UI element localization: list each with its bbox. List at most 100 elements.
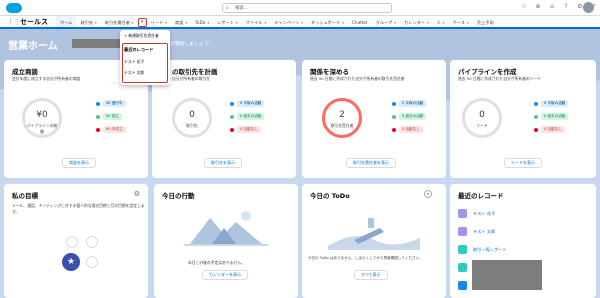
legend-lost: ¥0 不成立	[103, 126, 126, 133]
view-all-button[interactable]: すべて表示	[354, 270, 388, 280]
chevron-down-icon[interactable]: ▾	[424, 190, 432, 198]
nav-tab[interactable]: 売上予測	[473, 16, 498, 29]
metric-label: 取引先責任者	[330, 123, 354, 128]
legend-won: ¥0 成立	[103, 113, 122, 120]
card-title: 成立商談	[12, 68, 38, 76]
empty-state-text: 本日この後の予定はありません。	[188, 260, 245, 265]
record-link[interactable]: 取引一覧レポート	[473, 247, 507, 253]
card-plan-accounts: の取引先を計画 自分が所有者の取引先 0 取引先 0 今後の活動 0 過去の活動…	[152, 60, 296, 178]
caret-icon[interactable]: ▾	[342, 21, 344, 25]
list-item[interactable]: テスト 花子	[458, 209, 495, 218]
caret-icon[interactable]: ▾	[95, 21, 97, 25]
nav-tab[interactable]: レポート ▾	[213, 16, 242, 29]
metric-ring: 0 リード	[462, 98, 502, 138]
contact-icon	[458, 227, 467, 236]
nav-tab[interactable]: ケース ▾	[449, 16, 473, 29]
legend-none: 0 活動なし	[237, 126, 261, 133]
plus-icon[interactable]: ⊕	[534, 3, 542, 11]
caret-icon[interactable]: ▾	[427, 21, 429, 25]
nav-tab[interactable]: ファイル ▾	[242, 16, 271, 29]
nav-tab[interactable]: 人 ▾	[433, 16, 449, 29]
list-item[interactable]: テスト 太郎	[458, 227, 495, 236]
nav-tab-label: ToDo	[195, 20, 206, 25]
view-accounts-button[interactable]: 取引先を表示	[204, 158, 242, 168]
star-icon[interactable]: ☆	[520, 3, 528, 11]
metric-value: 0	[479, 110, 485, 120]
metric-value: 0	[189, 110, 195, 120]
caret-icon[interactable]: ▾	[132, 21, 134, 25]
view-deals-button[interactable]: 商談を表示	[62, 158, 96, 168]
nav-tab[interactable]: ToDo ▾	[191, 16, 213, 29]
view-leads-button[interactable]: リードを表示	[504, 158, 542, 168]
caret-icon[interactable]: ▾	[443, 21, 445, 25]
card-build-pipeline: パイプラインを作成 過去 90 日間に作成された自分が所有者のリード 0 リード…	[450, 60, 596, 178]
caret-icon[interactable]: ▾	[301, 21, 303, 25]
new-contact-menu-item[interactable]: + 新規取引先責任者	[124, 33, 159, 39]
caret-icon[interactable]: ▾	[185, 21, 187, 25]
view-contacts-button[interactable]: 取引先責任者を表示	[346, 158, 396, 168]
card-description: 会計年度に成立する自分が所有者の商談	[12, 76, 81, 81]
nav-tab[interactable]: ホーム	[56, 16, 77, 29]
gear-icon[interactable]: ⚙	[134, 190, 140, 198]
caret-icon[interactable]: ▾	[467, 21, 469, 25]
nav-tab[interactable]: 商談 ▾	[171, 16, 191, 29]
card-my-goals: 私の目標 ⚙ メール、通話、ミーティングに対する個人的な週次目標と月次目標を設定…	[4, 184, 148, 298]
dropdown-section-title: 最近のレコード	[124, 47, 154, 52]
view-calendar-button[interactable]: カレンダーを表示	[202, 270, 248, 280]
card-title: の取引先を計画	[172, 68, 218, 76]
nav-tab-label: ホーム	[60, 20, 73, 25]
legend-none: 0 活動なし	[541, 126, 565, 133]
card-title: 今日の ToDo	[310, 192, 350, 200]
card-title: 私の目標	[12, 192, 38, 200]
card-title: 最近のレコード	[458, 192, 504, 200]
setup-home-icon[interactable]: ⌂	[548, 3, 556, 11]
salesforce-logo[interactable]	[6, 3, 22, 13]
list-item[interactable]: 取引一覧レポート	[458, 245, 507, 254]
nav-tab-label: 人	[436, 20, 441, 25]
page-header: 営業ホーム	[8, 37, 58, 52]
nav-tab-label: ケース	[452, 20, 466, 25]
nav-tab[interactable]: 取引先責任者 ▾	[101, 16, 138, 29]
global-header: ⌕ 検索... ☆ ⊕ ⌂ ? ⚙ ♪	[0, 0, 600, 16]
list-item[interactable]	[458, 263, 467, 272]
contact-icon	[458, 209, 467, 218]
metric-value: 2	[339, 110, 345, 120]
dropdown-record-item[interactable]: テスト 花子	[124, 59, 144, 65]
nav-tab-label: リード	[150, 20, 164, 25]
legend-upcoming: 0 今後の活動	[237, 100, 265, 107]
dropdown-toggle-icon[interactable]: ▾	[137, 18, 147, 27]
card-description: 過去 90 日間に作成された自分が所有者のリード	[458, 76, 542, 81]
record-link[interactable]: テスト 花子	[473, 211, 495, 217]
avatar[interactable]	[583, 2, 594, 13]
caret-icon[interactable]: ▾	[394, 21, 396, 25]
nav-tab[interactable]: 取引先 ▾	[76, 16, 100, 29]
nav-tab-label: 取引先責任者	[104, 20, 130, 25]
nav-tab[interactable]: ダッシュボード ▾	[307, 16, 348, 29]
caret-icon[interactable]: ▾	[165, 21, 167, 25]
goal-ring-decor	[86, 256, 98, 268]
legend-past: 0 過去の活動	[237, 113, 265, 120]
nav-tab[interactable]: グループ ▾	[372, 16, 400, 29]
card-today-events: 今日の行動 本日この後の予定はありません。 カレンダーを表示	[154, 184, 298, 298]
record-link[interactable]: テスト 太郎	[473, 229, 495, 235]
nav-tab-label: グループ	[375, 20, 393, 25]
caret-icon[interactable]: ▾	[264, 21, 266, 25]
caret-icon[interactable]: ▾	[236, 21, 238, 25]
metric-legend: 0 今後の活動 0 過去の活動 0 活動なし	[230, 100, 265, 133]
dropdown-record-item[interactable]: テスト 太郎	[124, 70, 144, 76]
star-goal-icon[interactable]: ★	[62, 253, 80, 271]
legend-past: 0 過去の活動	[541, 113, 569, 120]
metric-label: パイプラインの総額	[26, 123, 58, 134]
app-name: セールス	[20, 18, 48, 26]
nav-tab[interactable]: リード ▾	[147, 16, 171, 29]
nav-tab[interactable]: カレンダー ▾	[400, 16, 433, 29]
nav-tabs: ホーム 取引先 ▾ 取引先責任者 ▾ ▾ リード ▾ 商談 ▾ ToDo ▾ レポート ▾ ファイル ▾ キャン…	[56, 16, 498, 29]
waffle-icon[interactable]: ⋮⋮	[7, 18, 21, 26]
list-item[interactable]	[458, 281, 467, 290]
caret-icon[interactable]: ▾	[207, 21, 209, 25]
nav-tab[interactable]: キャンペーン ▾	[270, 16, 307, 29]
search-input[interactable]: ⌕ 検索...	[222, 3, 392, 13]
nav-tab[interactable]: Chatter	[348, 16, 372, 29]
metric-ring: 2 取引先責任者	[322, 98, 362, 138]
help-icon[interactable]: ?	[562, 3, 570, 11]
